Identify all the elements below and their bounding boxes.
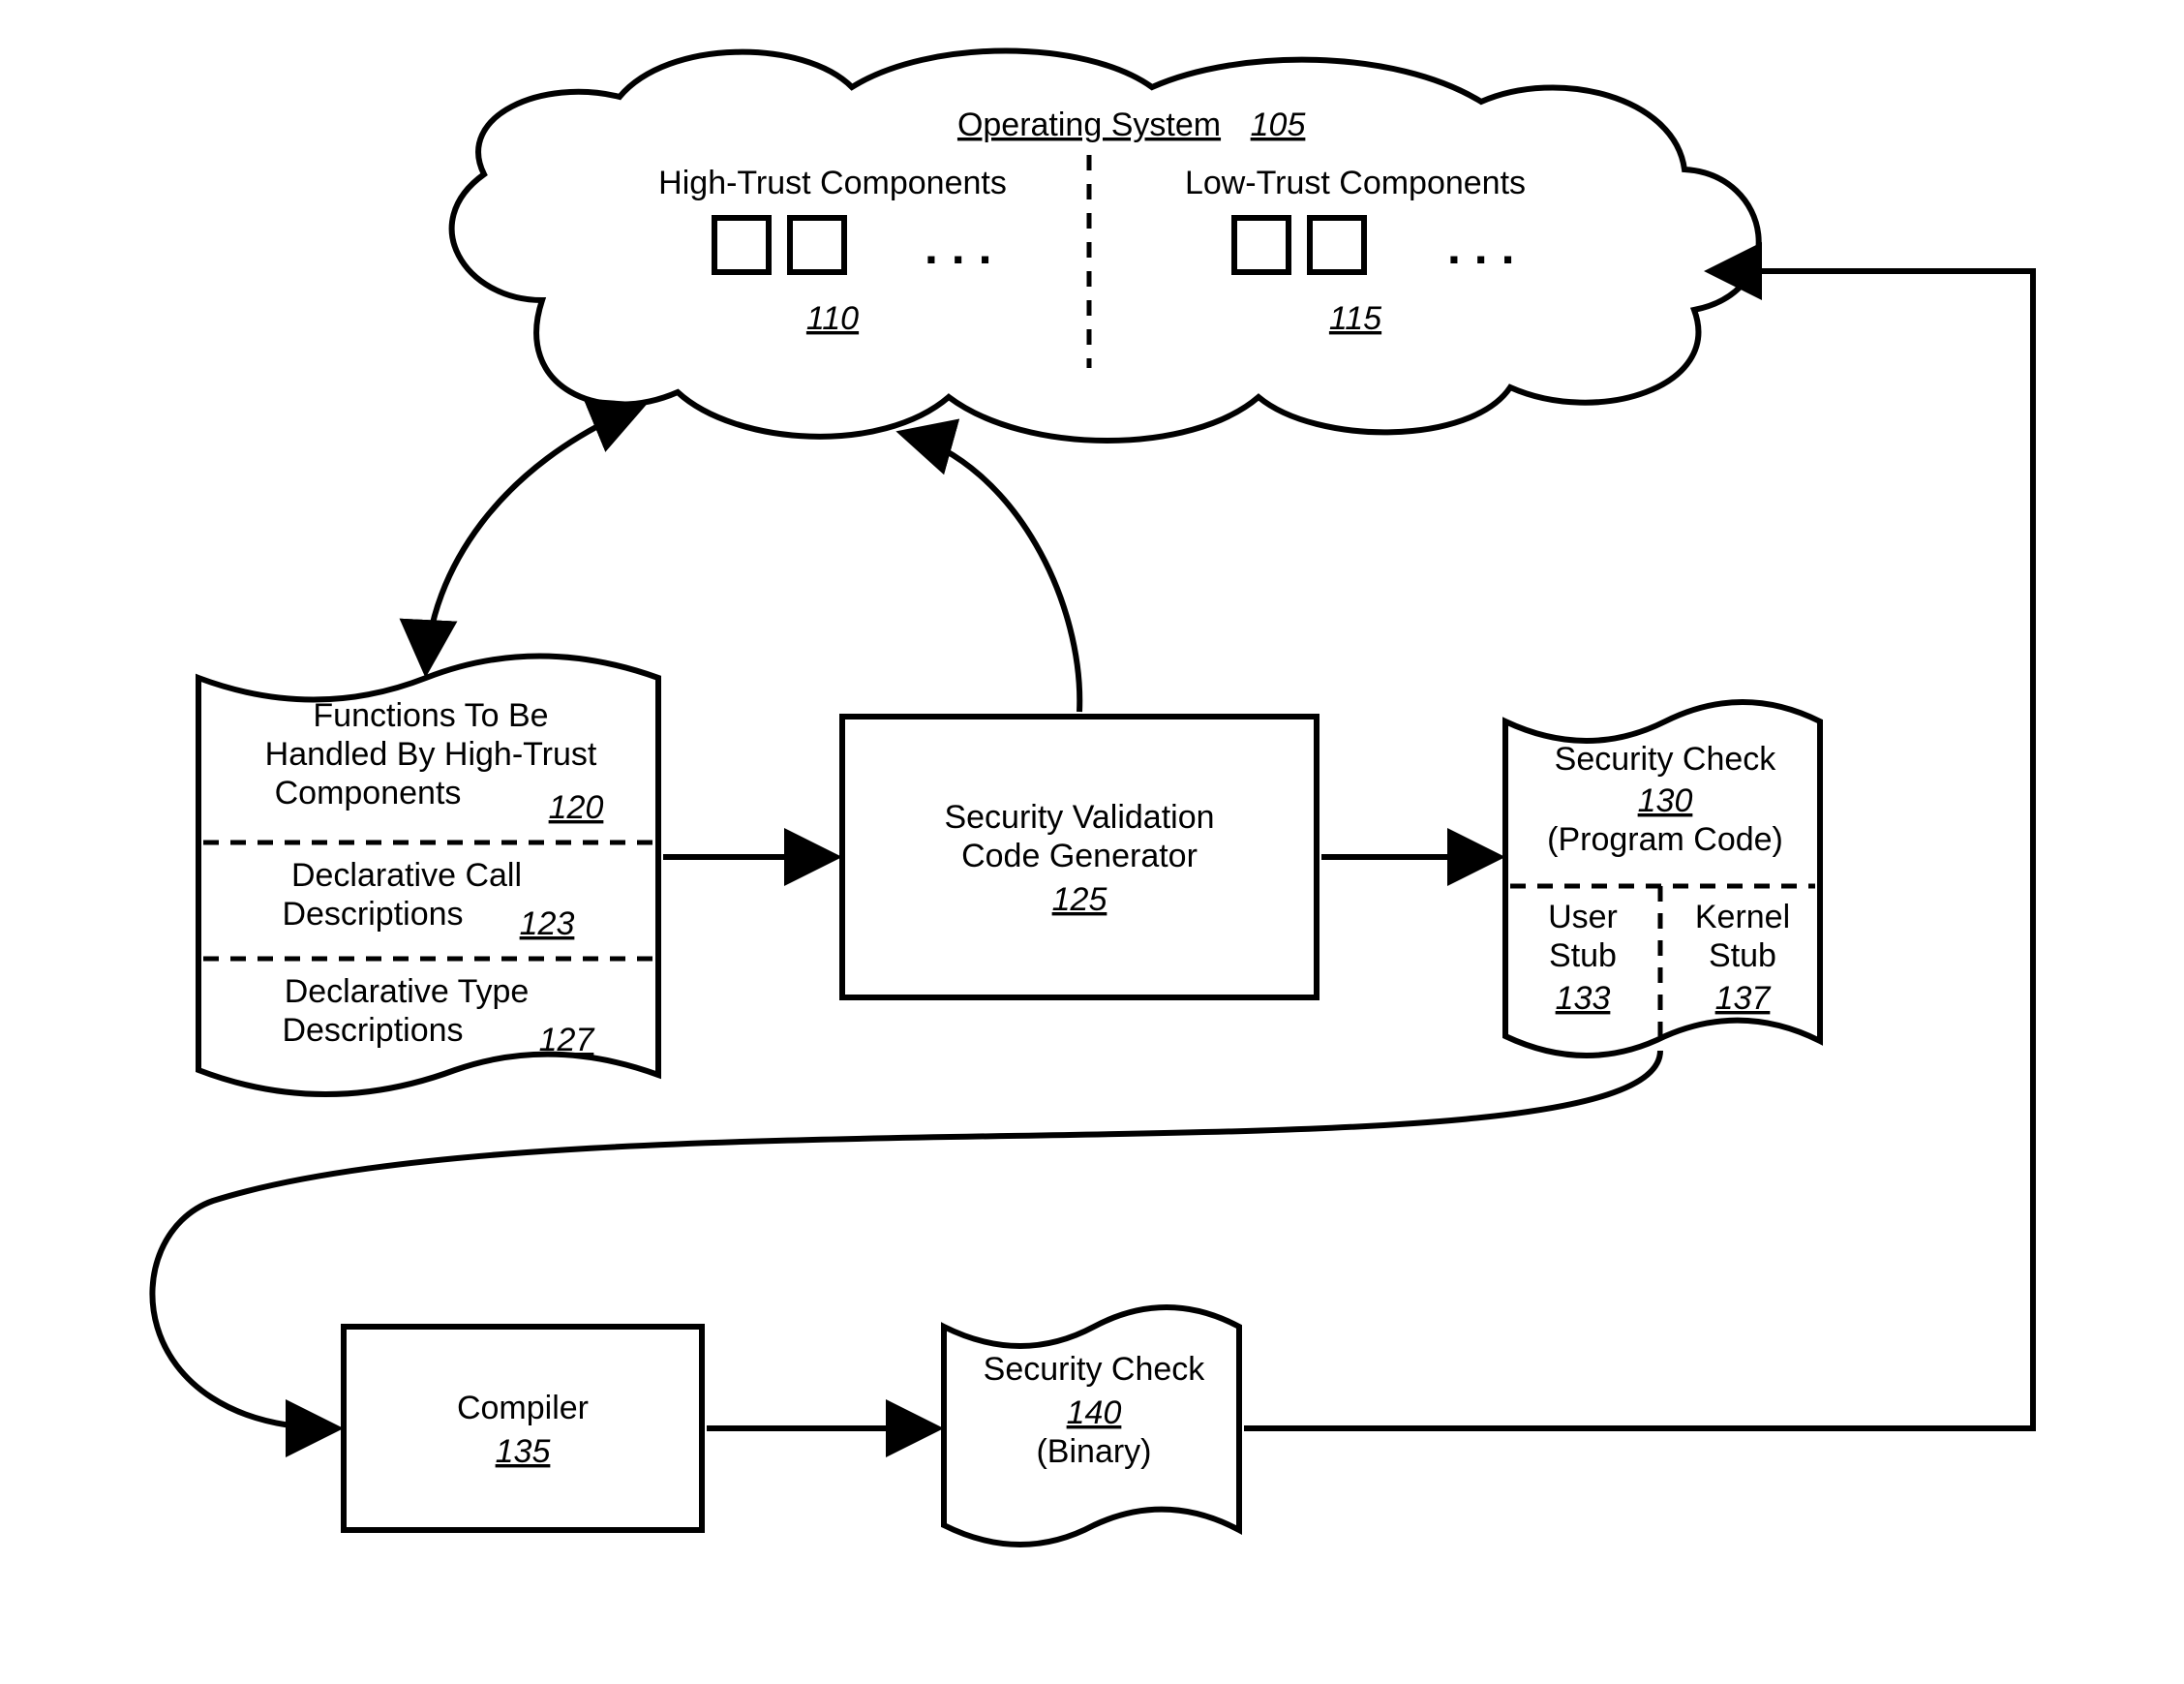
os-title: Operating System bbox=[957, 107, 1221, 143]
user-stub-num: 133 bbox=[1556, 980, 1611, 1017]
low-trust-component-box bbox=[1234, 218, 1289, 272]
generator-line1: Security Validation bbox=[944, 799, 1214, 836]
funcdoc-line3: Components bbox=[275, 775, 462, 811]
ellipsis-icon: . . . bbox=[925, 220, 991, 274]
ellipsis-icon: . . . bbox=[1447, 220, 1514, 274]
funcdoc-line7: Descriptions bbox=[282, 1012, 463, 1049]
generator-number: 125 bbox=[1052, 881, 1107, 918]
funcdoc-line6: Declarative Type bbox=[285, 973, 530, 1010]
funcdoc-line2: Handled By High-Trust bbox=[265, 736, 597, 773]
funcdoc-line1: Functions To Be bbox=[313, 697, 548, 734]
high-trust-component-box bbox=[790, 218, 844, 272]
funcdoc-num2: 123 bbox=[520, 905, 575, 942]
low-trust-label: Low-Trust Components bbox=[1185, 165, 1526, 201]
seccheck-bin-num: 140 bbox=[1067, 1394, 1122, 1431]
functions-document: Functions To Be Handled By High-Trust Co… bbox=[198, 657, 658, 1095]
operating-system-cloud: Operating System 105 High-Trust Componen… bbox=[452, 51, 1759, 442]
seccheck-bin-line1: Security Check bbox=[984, 1351, 1206, 1388]
high-trust-component-box bbox=[714, 218, 769, 272]
kernel-stub-l1: Kernel bbox=[1695, 899, 1790, 935]
funcdoc-num1: 120 bbox=[549, 789, 604, 826]
compiler-box: Compiler 135 bbox=[344, 1327, 702, 1530]
compiler-number: 135 bbox=[496, 1433, 551, 1470]
diagram-canvas: Operating System 105 High-Trust Componen… bbox=[0, 0, 2184, 1684]
seccheck-src-line1: Security Check bbox=[1555, 741, 1777, 778]
seccheck-bin-line2: (Binary) bbox=[1036, 1433, 1151, 1470]
os-title-number: 105 bbox=[1251, 107, 1306, 143]
high-trust-number: 110 bbox=[806, 300, 859, 337]
user-stub-l1: User bbox=[1548, 899, 1618, 935]
funcdoc-num3: 127 bbox=[539, 1022, 595, 1058]
security-check-binary-document: Security Check 140 (Binary) bbox=[944, 1307, 1239, 1545]
kernel-stub-l2: Stub bbox=[1709, 937, 1776, 974]
user-stub-l2: Stub bbox=[1549, 937, 1617, 974]
low-trust-number: 115 bbox=[1329, 300, 1381, 337]
code-generator-box: Security Validation Code Generator 125 bbox=[842, 717, 1317, 997]
arrow-generator-to-cloud bbox=[905, 434, 1079, 712]
seccheck-src-num: 130 bbox=[1638, 782, 1693, 819]
security-check-source-document: Security Check 130 (Program Code) User S… bbox=[1505, 702, 1820, 1056]
funcdoc-line4: Declarative Call bbox=[291, 857, 522, 894]
low-trust-component-box bbox=[1310, 218, 1364, 272]
compiler-label: Compiler bbox=[457, 1390, 589, 1426]
funcdoc-line5: Descriptions bbox=[282, 896, 463, 933]
kernel-stub-num: 137 bbox=[1715, 980, 1772, 1017]
arrow-funcdoc-cloud-bidirectional bbox=[426, 407, 639, 668]
seccheck-src-line2: (Program Code) bbox=[1547, 821, 1783, 858]
generator-line2: Code Generator bbox=[961, 838, 1198, 874]
high-trust-label: High-Trust Components bbox=[658, 165, 1007, 201]
